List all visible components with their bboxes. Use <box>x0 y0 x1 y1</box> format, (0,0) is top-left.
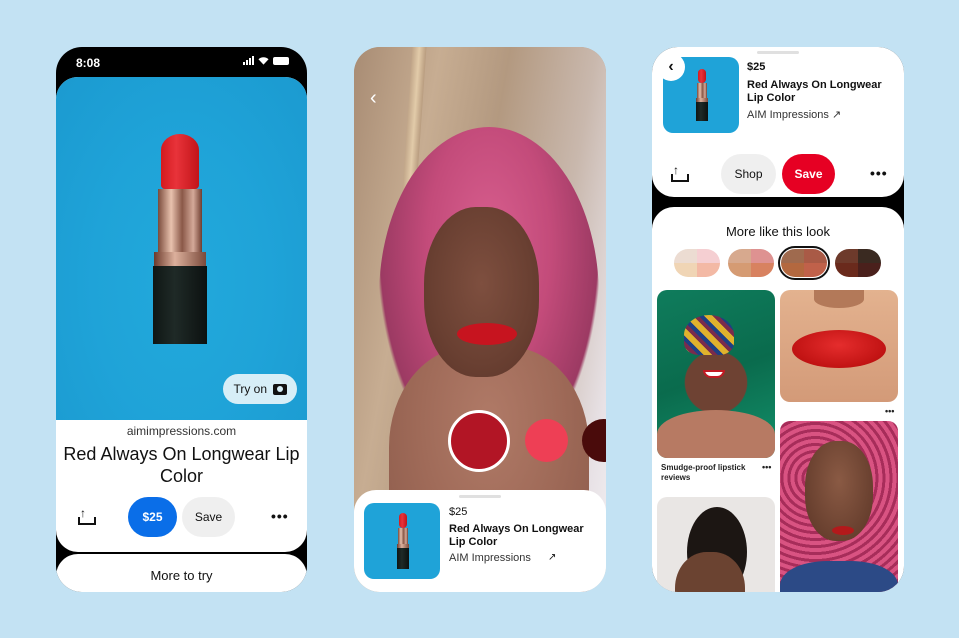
section-title: More like this look <box>725 224 831 239</box>
product-price: $25 <box>747 61 766 73</box>
system-icons <box>243 56 289 65</box>
signal-icon <box>243 56 254 65</box>
action-bar: $25 Save ••• <box>56 497 307 537</box>
product-header-card: ‹ $25 Red Always On Longwear Lip Color A… <box>652 47 904 197</box>
skin-tone-filter[interactable] <box>728 249 774 277</box>
shop-the-look-screen: ‹ $25 Red Always On Longwear Lip Color A… <box>652 47 904 592</box>
try-on-camera-screen: ‹ $25 Red Always On Longwear Lip Color A… <box>354 47 606 592</box>
skin-tone-filter[interactable] <box>674 249 720 277</box>
shade-swatch[interactable] <box>525 419 568 462</box>
source-domain[interactable]: aimimpressions.com <box>56 424 307 438</box>
user-face <box>424 207 539 377</box>
pin-more-icon[interactable]: ••• <box>762 462 771 472</box>
drag-handle[interactable] <box>459 495 501 498</box>
drag-handle[interactable] <box>757 51 799 54</box>
lipstick-image <box>696 69 708 121</box>
pin-title: Red Always On Longwear Lip Color <box>63 444 300 486</box>
lipstick-image <box>397 513 409 569</box>
save-button[interactable]: Save <box>182 497 235 537</box>
skin-tone-filter[interactable] <box>835 249 881 277</box>
share-icon[interactable] <box>671 163 689 182</box>
product-name: Red Always On Longwear Lip Color <box>449 523 584 548</box>
back-chevron-icon[interactable]: ‹ <box>370 87 377 110</box>
more-like-this-panel: More like this look Smudge-proof lipstic… <box>652 207 904 592</box>
product-brand[interactable]: AIM Impressions <box>449 552 531 564</box>
try-on-button[interactable]: Try on <box>223 374 297 404</box>
status-time: 8:08 <box>76 56 101 70</box>
shop-button[interactable]: Shop <box>721 154 776 194</box>
save-button[interactable]: Save <box>782 154 835 194</box>
ar-lipstick-overlay <box>457 323 517 345</box>
price-button[interactable]: $25 <box>128 497 177 537</box>
pin-image[interactable] <box>780 421 898 592</box>
product-brand-link[interactable]: AIM Impressions ↗ <box>747 108 841 121</box>
more-to-try-panel[interactable]: More to try <box>56 554 307 592</box>
try-on-label: Try on <box>233 382 267 396</box>
pin-caption[interactable]: Smudge-proof lipstick reviews <box>661 463 761 483</box>
product-price: $25 <box>449 506 468 518</box>
more-to-try-label: More to try <box>150 568 213 583</box>
pin-card: Try on aimimpressions.com Red Always On … <box>56 77 307 552</box>
wifi-icon <box>258 57 269 65</box>
product-pin-screen: 8:08 Try on aimimpressions.com Red Alway… <box>56 47 307 592</box>
pin-image[interactable] <box>780 290 898 402</box>
external-link-icon[interactable]: ↗ <box>548 552 556 563</box>
shade-swatch-selected[interactable] <box>448 410 510 472</box>
product-name: Red Always On Longwear Lip Color <box>747 79 882 104</box>
back-button[interactable]: ‹ <box>657 53 685 81</box>
skin-tone-filter-selected[interactable] <box>778 246 830 280</box>
product-sheet[interactable]: $25 Red Always On Longwear Lip Color AIM… <box>354 490 606 592</box>
status-bar: 8:08 <box>56 47 307 77</box>
product-thumbnail[interactable] <box>364 503 440 579</box>
camera-icon <box>273 383 287 395</box>
battery-icon <box>273 56 289 65</box>
back-chevron-icon: ‹ <box>668 58 674 75</box>
product-image[interactable]: Try on <box>56 77 307 420</box>
more-options-icon[interactable]: ••• <box>870 165 888 181</box>
share-icon[interactable] <box>78 506 96 525</box>
pin-image[interactable] <box>657 290 775 458</box>
pin-image[interactable] <box>657 497 775 592</box>
more-options-icon[interactable]: ••• <box>271 508 289 524</box>
lipstick-image <box>153 134 207 344</box>
pin-more-icon[interactable]: ••• <box>885 406 894 416</box>
